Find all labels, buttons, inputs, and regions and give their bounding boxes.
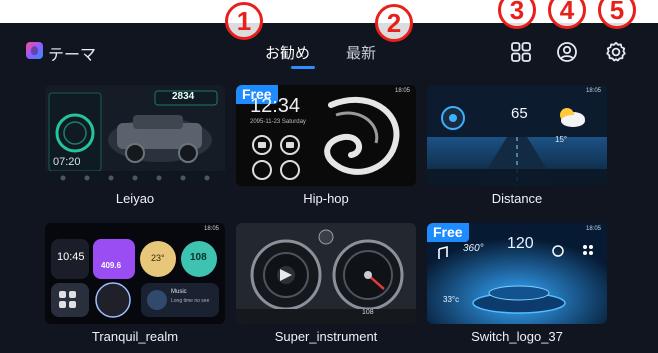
switch-value: 120 (507, 235, 534, 252)
leiyao-time: 07:20 (53, 156, 81, 168)
tranquil-song: Long time no see (171, 298, 210, 304)
theme-card-super-instrument[interactable]: 108 (236, 223, 416, 324)
tranquil-value: 108 (190, 252, 207, 263)
theme-name: Switch_logo_37 (471, 329, 563, 344)
hip-hop-clock: 12:34 (250, 95, 301, 117)
theme-store-screen: テーマ お勧め 最新 2834 07:20 Leiyao Free 12:34 … (0, 23, 658, 353)
distance-value: 65 (511, 105, 528, 122)
distance-temp: 15° (555, 135, 568, 144)
distance-preview (427, 85, 607, 186)
switch-degree: 360° (463, 243, 484, 254)
theme-card-hip-hop[interactable]: Free 12:34 2095-11-23 Saturday 18:05 (236, 85, 416, 186)
instrument-value: 108 (362, 309, 374, 316)
grid-icon[interactable] (510, 41, 532, 63)
tranquil-time: 10:45 (57, 251, 85, 263)
super-instrument-preview (236, 223, 416, 324)
theme-card-tranquil-realm[interactable]: 10:45 409.6 23° 108 Music Long time no s… (45, 223, 225, 324)
tab-latest[interactable]: 最新 (346, 42, 376, 63)
theme-card-switch-logo-37[interactable]: Free 360° 120 33°c 18:05 (427, 223, 607, 324)
free-badge: Free (427, 223, 469, 242)
tranquil-music: Music (171, 289, 187, 295)
theme-name: Distance (491, 191, 543, 206)
theme-name: Leiyao (115, 191, 155, 206)
tab-recommended[interactable]: お勧め (265, 42, 310, 63)
status-time: 18:05 (585, 226, 601, 232)
tranquil-realm-preview (45, 223, 225, 324)
status-time: 18:05 (203, 226, 219, 232)
app-logo-icon (26, 42, 43, 59)
switch-temp: 33°c (443, 295, 460, 304)
leiyao-preview (45, 85, 225, 186)
active-tab-indicator (291, 66, 315, 69)
annotation-marker-2: 2 (375, 4, 413, 42)
app-title: テーマ (48, 47, 97, 64)
theme-name: Tranquil_realm (91, 329, 179, 344)
theme-name: Super_instrument (274, 329, 378, 344)
tranquil-speed: 409.6 (101, 261, 122, 270)
theme-card-distance[interactable]: 65 15° 18:05 (427, 85, 607, 186)
status-time: 18:05 (394, 88, 410, 94)
account-icon[interactable] (556, 41, 578, 63)
theme-card-leiyao[interactable]: 2834 07:20 (45, 85, 225, 186)
leiyao-speed: 2834 (172, 91, 195, 102)
tranquil-temp: 23° (151, 253, 165, 263)
annotation-marker-1: 1 (225, 2, 263, 40)
hip-hop-date: 2095-11-23 Saturday (250, 119, 306, 125)
status-time: 18:05 (585, 88, 601, 94)
theme-name: Hip-hop (303, 191, 349, 206)
settings-icon[interactable] (605, 41, 627, 63)
